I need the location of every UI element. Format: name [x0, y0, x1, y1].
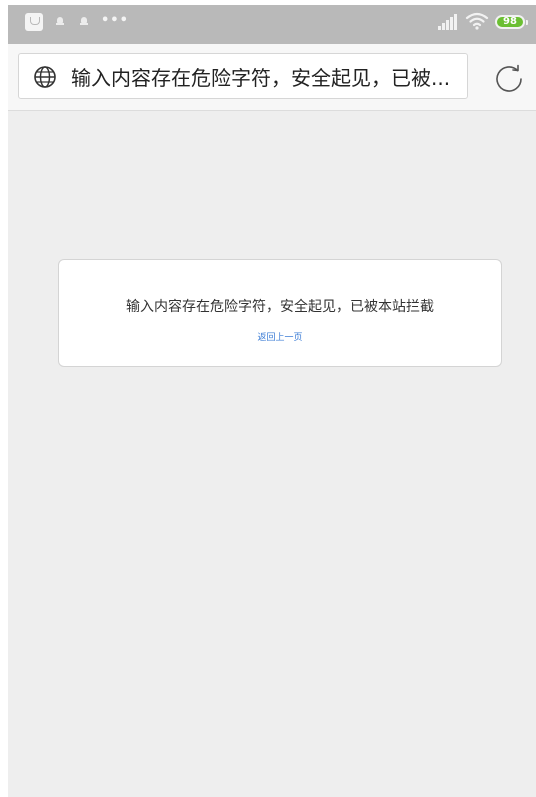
app-notification-icon: [25, 13, 43, 31]
back-link[interactable]: 返回上一页: [59, 332, 501, 344]
globe-icon: [34, 66, 56, 88]
reload-icon[interactable]: [493, 63, 525, 95]
wifi-icon: [465, 12, 489, 30]
url-field[interactable]: 输入内容存在危险字符，安全起见，已被...: [18, 53, 468, 99]
notification-icon: [56, 17, 64, 26]
more-icon: •••: [101, 13, 129, 28]
battery-icon: 98: [495, 15, 528, 29]
blocked-message: 输入内容存在危险字符，安全起见，已被本站拦截: [126, 299, 434, 315]
browser-screen: ••• 98 输入内容存在危险字符，安全起见，已被... 输入内容存在危险字符，…: [8, 5, 536, 797]
signal-icon: [438, 14, 460, 30]
url-text: 输入内容存在危险字符，安全起见，已被...: [71, 66, 451, 90]
notification-icon: [80, 17, 88, 26]
status-bar: ••• 98: [8, 5, 536, 44]
battery-level: 98: [503, 16, 517, 27]
address-bar: 输入内容存在危险字符，安全起见，已被...: [8, 44, 536, 111]
blocked-message-card: 输入内容存在危险字符，安全起见，已被本站拦截 返回上一页: [58, 259, 502, 367]
